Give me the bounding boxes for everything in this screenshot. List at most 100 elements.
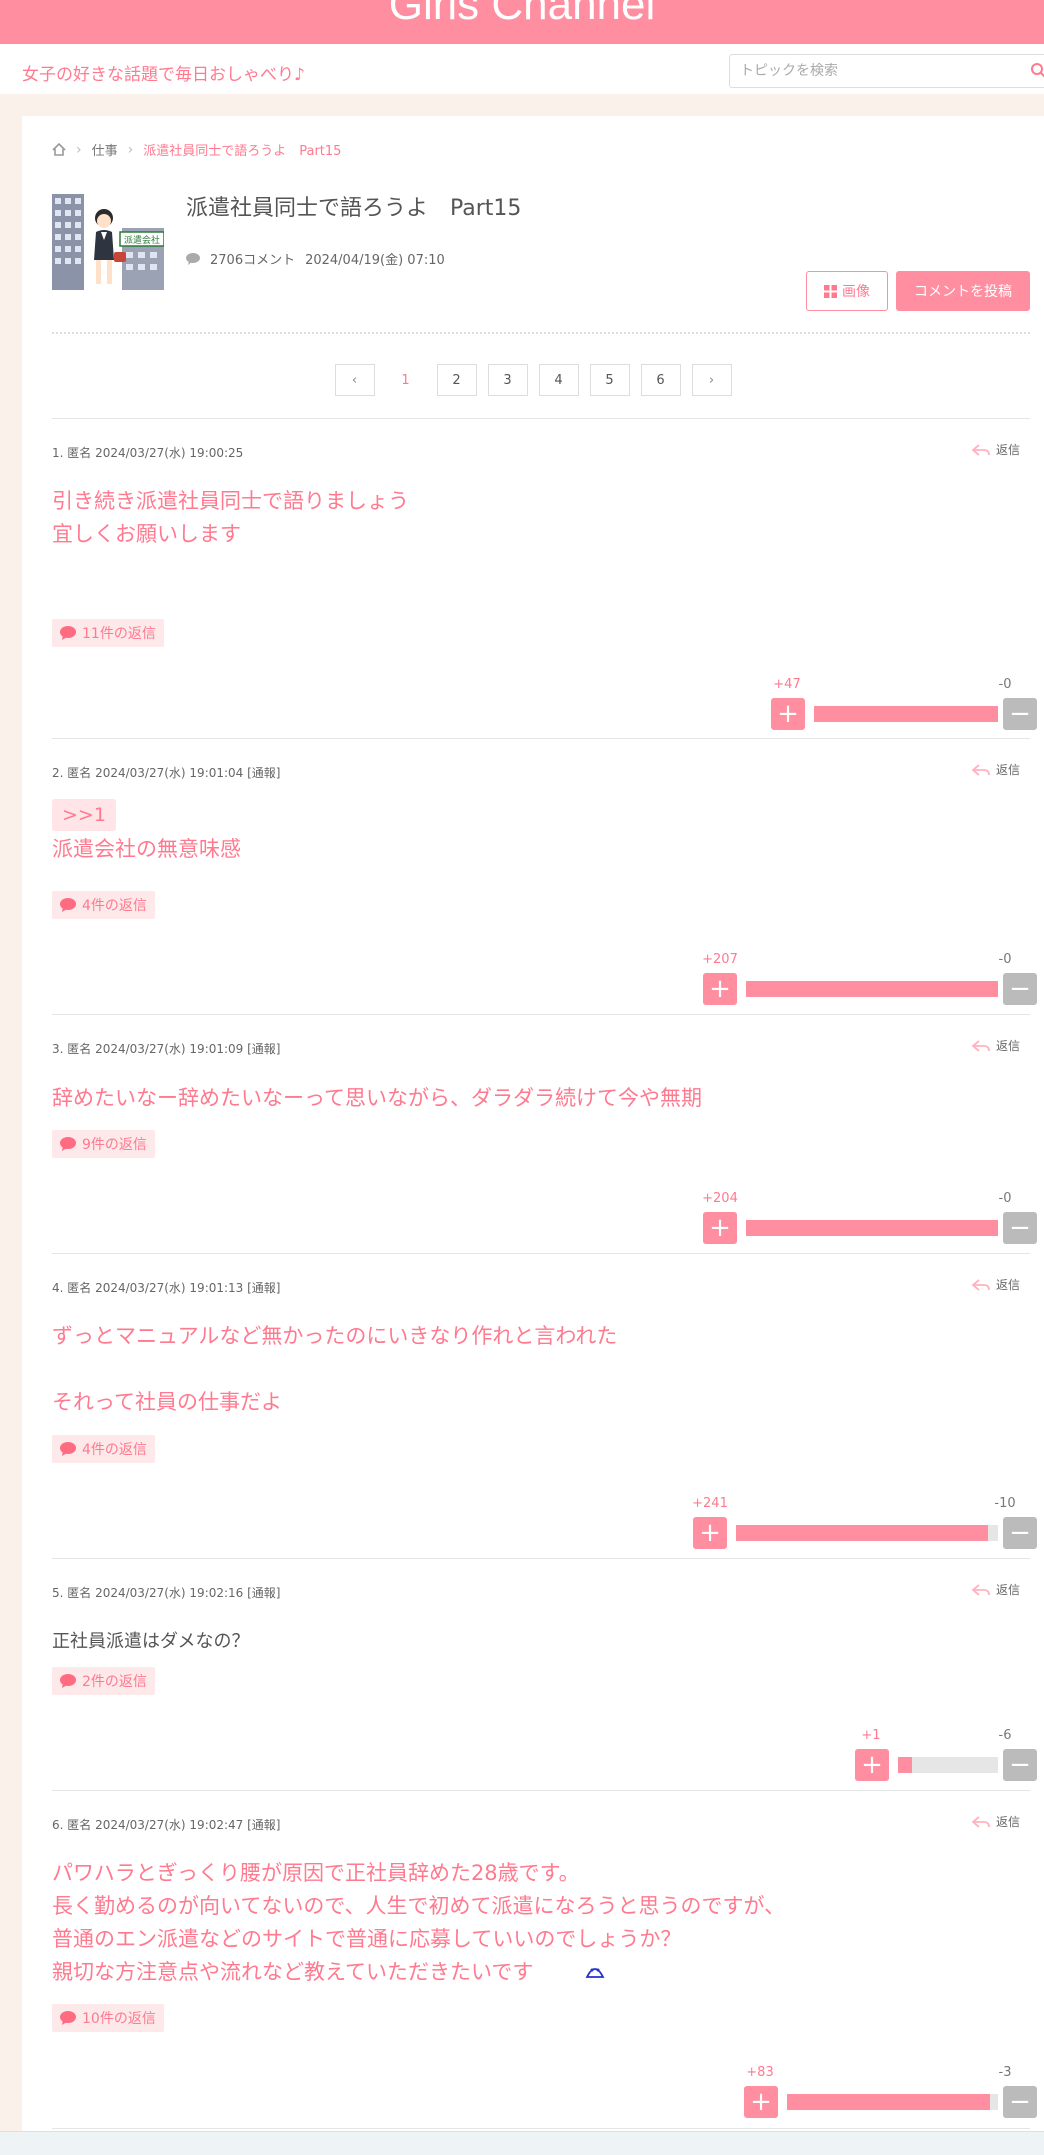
reply-button[interactable]: 返信 bbox=[971, 441, 1020, 458]
search-icon[interactable] bbox=[1030, 62, 1044, 78]
replies-badge[interactable]: 4件の返信 bbox=[52, 1435, 155, 1463]
minus-count: -3 bbox=[998, 2065, 1012, 2080]
page-link-4[interactable]: 4 bbox=[538, 364, 579, 396]
comment: 3. 匿名 2024/03/27(水) 19:01:09 [通報] 返信 辞めた… bbox=[52, 1015, 1037, 1254]
vote-bar bbox=[814, 706, 998, 722]
page-link-5[interactable]: 5 bbox=[589, 364, 630, 396]
breadcrumb-current: 派遣社員同士で語ろうよ Part15 bbox=[143, 144, 342, 159]
page-link-6[interactable]: 6 bbox=[640, 364, 681, 396]
plus-vote-button[interactable]: + bbox=[771, 698, 805, 730]
vote-bar-fill bbox=[746, 981, 998, 997]
home-icon[interactable] bbox=[52, 143, 66, 156]
prev-page-button[interactable]: ‹ bbox=[334, 364, 375, 396]
reply-icon bbox=[971, 763, 990, 776]
reply-label: 返信 bbox=[995, 1278, 1020, 1292]
page-link-3[interactable]: 3 bbox=[487, 364, 528, 396]
breadcrumb-category[interactable]: 仕事 bbox=[92, 140, 118, 159]
vote-bar bbox=[787, 2094, 998, 2110]
reply-button[interactable]: 返信 bbox=[971, 1581, 1020, 1598]
minus-vote-button[interactable]: − bbox=[1003, 2086, 1037, 2118]
site-header: Girls Channel bbox=[0, 0, 1044, 44]
plus-count: +83 bbox=[746, 2065, 774, 2080]
comment-text: パワハラとぎっくり腰が原因で正社員辞めた28歳です。 長く勤めるのが向いてないの… bbox=[52, 1861, 786, 1984]
site-logo[interactable]: Girls Channel bbox=[0, 0, 1044, 27]
reply-button[interactable]: 返信 bbox=[971, 1037, 1020, 1054]
reply-button[interactable]: 返信 bbox=[971, 1276, 1020, 1293]
image-button[interactable]: 画像 bbox=[806, 271, 888, 311]
comment-text: 正社員派遣はダメなの？ bbox=[52, 1631, 250, 1652]
speech-bubble-icon bbox=[60, 1442, 76, 1456]
sign-text: 派遣会社 bbox=[124, 234, 160, 246]
plus-count: +47 bbox=[773, 677, 801, 692]
speech-bubble-icon bbox=[60, 1137, 76, 1151]
sub-header: 女子の好きな話題で毎日おしゃべり♪ bbox=[0, 44, 1044, 94]
vote-bar-fill bbox=[898, 1757, 912, 1773]
reply-button[interactable]: 返信 bbox=[971, 761, 1020, 778]
speech-bubble-icon bbox=[60, 1674, 76, 1688]
minus-vote-button[interactable]: − bbox=[1003, 1517, 1037, 1549]
anchor-link[interactable]: >>1 bbox=[52, 799, 116, 831]
reply-label: 返信 bbox=[995, 1039, 1020, 1053]
comment: 1. 匿名 2024/03/27(水) 19:00:25 返信 引き続き派遣社員… bbox=[52, 419, 1037, 739]
comment-text: 引き続き派遣社員同士で語りましょう 宜しくお願いします bbox=[52, 489, 409, 546]
divider bbox=[52, 332, 1030, 334]
replies-badge[interactable]: 11件の返信 bbox=[52, 619, 164, 647]
reply-icon bbox=[971, 1278, 990, 1291]
minus-vote-button[interactable]: − bbox=[1003, 1212, 1037, 1244]
reply-label: 返信 bbox=[995, 1815, 1020, 1829]
plus-vote-button[interactable]: + bbox=[693, 1517, 727, 1549]
plus-vote-button[interactable]: + bbox=[703, 973, 737, 1005]
minus-vote-button[interactable]: − bbox=[1003, 1749, 1037, 1781]
minus-vote-button[interactable]: − bbox=[1003, 698, 1037, 730]
comment-text: 派遣会社の無意味感 bbox=[52, 837, 241, 861]
plus-vote-button[interactable]: + bbox=[855, 1749, 889, 1781]
replies-count: 10件の返信 bbox=[82, 2011, 156, 2027]
comment-header: 2. 匿名 2024/03/27(水) 19:01:04 [通報] bbox=[52, 766, 281, 780]
post-comment-button[interactable]: コメントを投稿 bbox=[896, 271, 1030, 311]
vote-bar bbox=[746, 1220, 998, 1236]
replies-count: 9件の返信 bbox=[82, 1137, 147, 1153]
topic-meta: 2706コメント 2024/04/19(金) 07:10 bbox=[186, 249, 445, 268]
reply-icon bbox=[971, 443, 990, 456]
vote-bar-fill bbox=[787, 2094, 990, 2110]
replies-badge[interactable]: 4件の返信 bbox=[52, 891, 155, 919]
page-link-1[interactable]: 1 bbox=[385, 364, 426, 396]
comment: 2. 匿名 2024/03/27(水) 19:01:04 [通報] 返信 >>1… bbox=[52, 739, 1037, 1015]
comment-header: 4. 匿名 2024/03/27(水) 19:01:13 [通報] bbox=[52, 1281, 281, 1295]
comment: 4. 匿名 2024/03/27(水) 19:01:13 [通報] 返信 ずっと… bbox=[52, 1254, 1037, 1559]
minus-count: -0 bbox=[998, 952, 1012, 967]
vote-bar bbox=[736, 1525, 998, 1541]
replies-badge[interactable]: 2件の返信 bbox=[52, 1667, 155, 1695]
comment-icon bbox=[186, 252, 200, 265]
plus-count: +204 bbox=[702, 1191, 738, 1206]
replies-count: 4件の返信 bbox=[82, 898, 147, 914]
comment-header: 6. 匿名 2024/03/27(水) 19:02:47 [通報] bbox=[52, 1818, 281, 1832]
reply-button[interactable]: 返信 bbox=[971, 1813, 1020, 1830]
minus-count: -10 bbox=[994, 1496, 1016, 1511]
bottom-bar bbox=[0, 2131, 1044, 2155]
minus-count: -0 bbox=[998, 1191, 1012, 1206]
plus-vote-button[interactable]: + bbox=[703, 1212, 737, 1244]
page-link-2[interactable]: 2 bbox=[436, 364, 477, 396]
reply-icon bbox=[971, 1815, 990, 1828]
topic-thumbnail[interactable]: 派遣会社 bbox=[52, 194, 164, 290]
next-page-button[interactable]: › bbox=[691, 364, 732, 396]
breadcrumb: › 仕事 › 派遣社員同士で語ろうよ Part15 bbox=[52, 140, 341, 159]
vote-bar bbox=[898, 1757, 998, 1773]
search-input[interactable] bbox=[730, 55, 1010, 87]
vote-bar-fill bbox=[814, 706, 998, 722]
comment: 5. 匿名 2024/03/27(水) 19:02:16 [通報] 返信 正社員… bbox=[52, 1559, 1037, 1791]
vote-bar-fill bbox=[736, 1525, 988, 1541]
minus-vote-button[interactable]: − bbox=[1003, 973, 1037, 1005]
speech-bubble-icon bbox=[60, 626, 76, 640]
replies-count: 11件の返信 bbox=[82, 626, 156, 642]
plus-vote-button[interactable]: + bbox=[744, 2086, 778, 2118]
replies-badge[interactable]: 9件の返信 bbox=[52, 1130, 155, 1158]
tagline: 女子の好きな話題で毎日おしゃべり♪ bbox=[22, 65, 305, 85]
minus-count: -6 bbox=[998, 1728, 1012, 1743]
minus-count: -0 bbox=[998, 677, 1012, 692]
comment-header: 3. 匿名 2024/03/27(水) 19:01:09 [通報] bbox=[52, 1042, 281, 1056]
comment-text: ずっとマニュアルなど無かったのにいきなり作れと言われた それって社員の仕事だよ bbox=[52, 1324, 618, 1414]
replies-badge[interactable]: 10件の返信 bbox=[52, 2004, 164, 2032]
search-box bbox=[729, 54, 1044, 88]
